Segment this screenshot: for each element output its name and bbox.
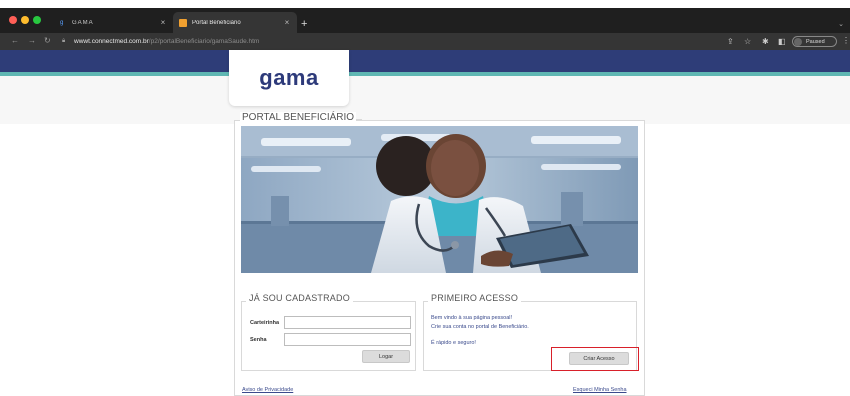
welcome-text: Bem vindo à sua página pessoal! Crie sua… (431, 314, 529, 332)
privacy-notice-link[interactable]: Aviso de Privacidade (242, 387, 293, 393)
portal-favicon-icon (179, 18, 187, 27)
lock-icon: 🔒︎ (62, 38, 66, 44)
senha-input[interactable] (284, 333, 411, 346)
criar-acesso-button[interactable]: Criar Acesso (569, 352, 629, 365)
welcome-line: Crie sua conta no portal de Beneficiário… (431, 324, 529, 330)
share-icon[interactable]: ⇪ (727, 37, 734, 46)
reload-icon[interactable]: ↻ (44, 36, 51, 46)
new-tab-button[interactable]: + (301, 19, 307, 30)
top-strip (0, 0, 850, 8)
back-arrow-icon[interactable]: ← (11, 36, 19, 46)
avatar (794, 37, 802, 46)
page-backdrop (0, 76, 850, 124)
site-header-band (0, 50, 850, 72)
logo-text: gama (259, 65, 319, 90)
tab-gama[interactable]: g GAMA × (55, 12, 173, 33)
close-window-button[interactable] (9, 16, 17, 24)
maximize-window-button[interactable] (33, 16, 41, 24)
tab-close-icon[interactable]: × (157, 18, 169, 27)
browser-toolbar: ← → ↻ 🔒︎ wwwt.connectmed.com.br /p2/port… (0, 33, 850, 50)
tab-title: Portal Beneficiário (192, 19, 241, 26)
carteirinha-label: Carteirinha (250, 320, 280, 326)
forward-arrow-icon[interactable]: → (28, 36, 36, 46)
welcome-line: Bem vindo à sua página pessoal! (431, 315, 513, 321)
login-legend: JÁ SOU CADASTRADO (246, 293, 353, 303)
url-host: wwwt.connectmed.com.br (74, 38, 149, 45)
browser-tabbar: g GAMA × Portal Beneficiário × + ⌄ (0, 8, 850, 33)
tab-portal-beneficiario[interactable]: Portal Beneficiário × (173, 12, 297, 33)
doctor-photo (241, 126, 638, 273)
tab-title: GAMA (72, 19, 94, 26)
gama-logo: gama (229, 50, 349, 106)
first-access-legend: PRIMEIRO ACESSO (428, 293, 522, 303)
minimize-window-button[interactable] (21, 16, 29, 24)
carteirinha-input[interactable] (284, 316, 411, 329)
forgot-password-link[interactable]: Esqueci Minha Senha (573, 387, 627, 393)
profile-paused-button[interactable]: Paused (792, 36, 837, 47)
portal-title: PORTAL BENEFICIÁRIO (240, 112, 363, 123)
url-path: /p2/portalBeneficiario/gamaSaude.htm (148, 38, 260, 45)
logar-button[interactable]: Logar (362, 350, 410, 363)
bookmark-star-icon[interactable]: ☆ (744, 37, 751, 46)
profile-status: Paused (806, 38, 825, 45)
url-bar[interactable]: 🔒︎ wwwt.connectmed.com.br /p2/portalBene… (58, 35, 718, 48)
browser-menu-icon[interactable]: ⋮ (842, 36, 850, 46)
side-panel-icon[interactable]: ◧ (778, 37, 786, 46)
senha-label: Senha (250, 337, 267, 343)
tagline-text: É rápido e seguro! (431, 340, 476, 346)
extensions-puzzle-icon[interactable]: ✱ (762, 37, 769, 46)
doctor-with-tablet-image (241, 126, 638, 273)
gama-favicon-icon: g (60, 19, 64, 26)
tab-close-icon[interactable]: × (281, 18, 293, 27)
tab-list-chevron-icon[interactable]: ⌄ (838, 20, 844, 28)
screen: g GAMA × Portal Beneficiário × + ⌄ ← → ↻… (0, 0, 850, 396)
